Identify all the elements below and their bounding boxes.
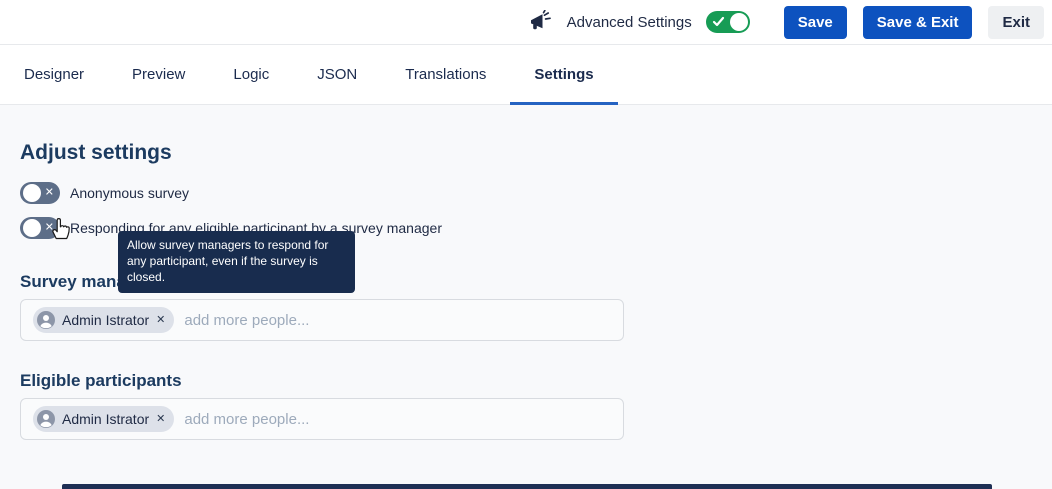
- close-icon: ✕: [45, 188, 54, 199]
- remove-person-button[interactable]: ✕: [156, 315, 165, 326]
- person-tag-name: Admin Istrator: [62, 312, 149, 328]
- tab-settings[interactable]: Settings: [510, 45, 617, 104]
- tab-translations[interactable]: Translations: [381, 45, 510, 104]
- bottom-scrollbar[interactable]: [62, 484, 992, 489]
- advanced-settings-toggle[interactable]: [706, 11, 750, 33]
- exit-button[interactable]: Exit: [988, 6, 1044, 39]
- person-tag-name: Admin Istrator: [62, 411, 149, 427]
- anonymous-survey-toggle[interactable]: ✕: [20, 182, 60, 204]
- eligible-participants-title: Eligible participants: [20, 371, 1032, 391]
- close-icon: ✕: [45, 223, 54, 234]
- person-tag: Admin Istrator ✕: [33, 406, 174, 432]
- add-people-placeholder[interactable]: add more people...: [184, 312, 309, 329]
- survey-managers-input[interactable]: Admin Istrator ✕ add more people...: [20, 299, 624, 341]
- respond-any-participant-toggle[interactable]: ✕: [20, 217, 60, 239]
- top-toolbar: Advanced Settings Save Save & Exit Exit: [0, 0, 1052, 45]
- toggle-knob: [730, 13, 748, 31]
- person-icon: [37, 311, 55, 329]
- anonymous-survey-label: Anonymous survey: [70, 185, 189, 201]
- remove-person-button[interactable]: ✕: [156, 414, 165, 425]
- person-icon: [37, 410, 55, 428]
- eligible-participants-input[interactable]: Admin Istrator ✕ add more people...: [20, 398, 624, 440]
- page-title: Adjust settings: [20, 141, 1032, 165]
- tab-bar: Designer Preview Logic JSON Translations…: [0, 45, 1052, 105]
- tab-logic[interactable]: Logic: [209, 45, 293, 104]
- advanced-settings-group: Advanced Settings: [527, 9, 750, 35]
- tab-designer[interactable]: Designer: [0, 45, 108, 104]
- toggle-knob: [23, 219, 41, 237]
- tab-preview[interactable]: Preview: [108, 45, 209, 104]
- anonymous-survey-row: ✕ Anonymous survey: [20, 181, 1032, 205]
- toggle-knob: [23, 184, 41, 202]
- tab-json[interactable]: JSON: [293, 45, 381, 104]
- toggle-tooltip: Allow survey managers to respond for any…: [118, 231, 355, 293]
- save-and-exit-button[interactable]: Save & Exit: [863, 6, 973, 39]
- person-tag: Admin Istrator ✕: [33, 307, 174, 333]
- advanced-settings-label: Advanced Settings: [567, 14, 692, 31]
- check-icon: [712, 15, 725, 33]
- add-people-placeholder[interactable]: add more people...: [184, 411, 309, 428]
- megaphone-icon: [527, 9, 553, 35]
- save-button[interactable]: Save: [784, 6, 847, 39]
